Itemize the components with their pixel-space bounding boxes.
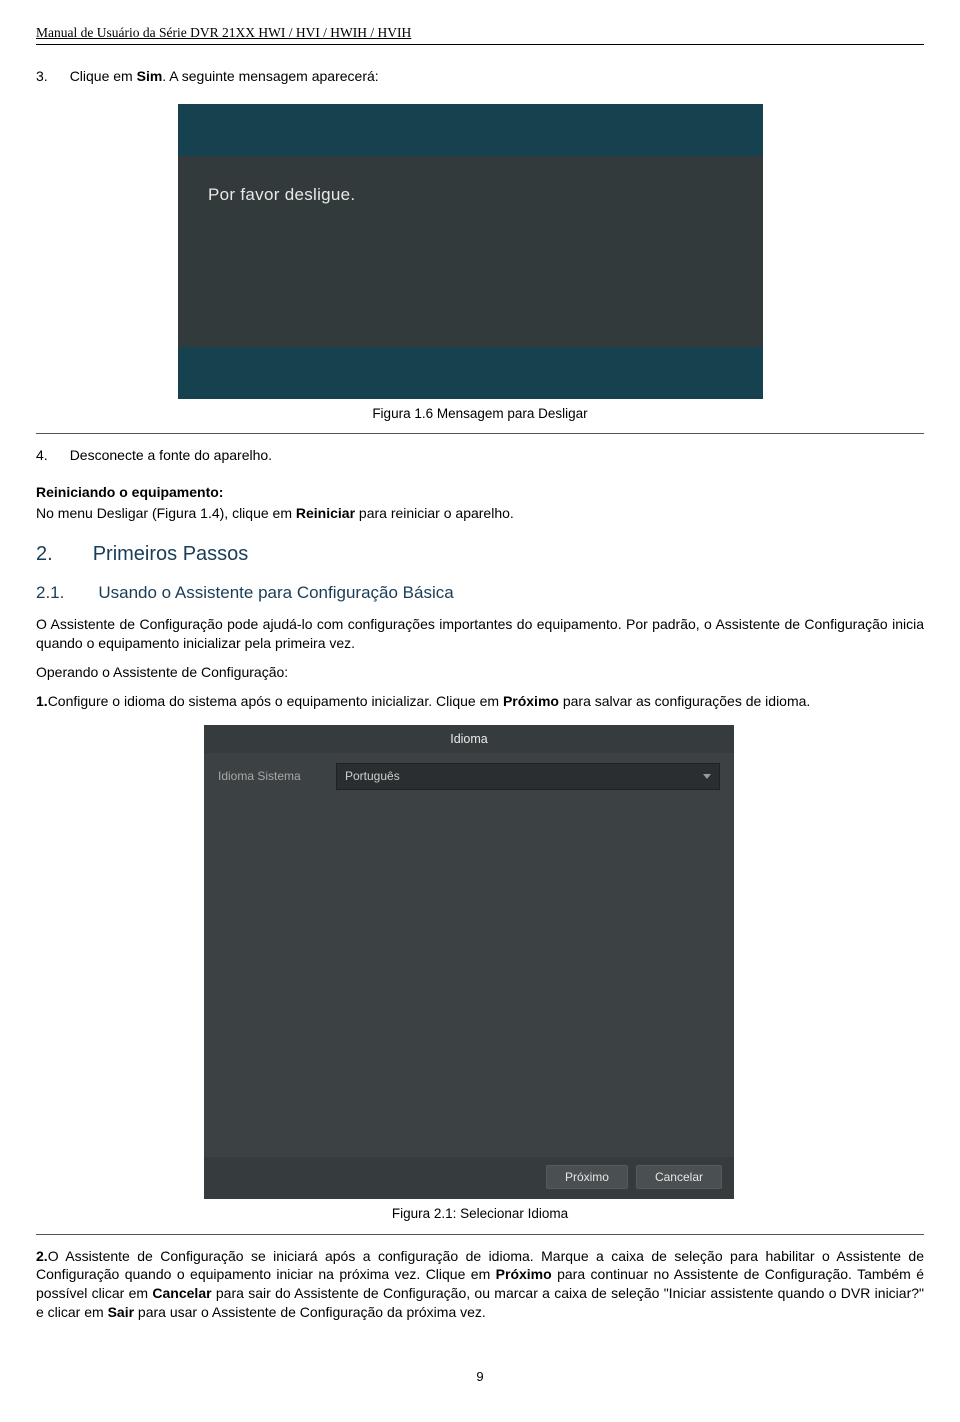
language-dialog: Idioma Idioma Sistema Português Próximo … bbox=[204, 725, 734, 1200]
section-2-1-intro: O Assistente de Configuração pode ajudá-… bbox=[36, 615, 924, 653]
section-2-1-title: Usando o Assistente para Configuração Bá… bbox=[98, 582, 453, 605]
figure-2-1-caption: Figura 2.1: Selecionar Idioma bbox=[36, 1205, 924, 1223]
shutdown-message: Por favor desligue. bbox=[208, 185, 355, 204]
restart-line-b: Reiniciar bbox=[296, 505, 355, 521]
op-step-1-number: 1. bbox=[36, 693, 48, 709]
shutdown-dialog: Por favor desligue. bbox=[178, 104, 763, 399]
op-step-1-text-b: Próximo bbox=[503, 693, 559, 709]
step-3-text-b: Sim bbox=[137, 68, 163, 84]
section-2-title: Primeiros Passos bbox=[93, 541, 249, 568]
restart-line: No menu Desligar (Figura 1.4), clique em… bbox=[36, 504, 924, 523]
step-4-number: 4. bbox=[36, 446, 48, 465]
step-3-number: 3. bbox=[36, 67, 48, 86]
caption-rule-1 bbox=[36, 433, 924, 434]
system-language-label: Idioma Sistema bbox=[218, 768, 306, 784]
op-step-2-text-b: Próximo bbox=[496, 1266, 552, 1282]
step-4: 4. Desconecte a fonte do aparelho. bbox=[36, 446, 924, 465]
figure-1-6-caption: Figura 1.6 Mensagem para Desligar bbox=[36, 405, 924, 423]
page-header: Manual de Usuário da Série DVR 21XX HWI … bbox=[36, 24, 924, 44]
section-2-heading: 2. Primeiros Passos bbox=[36, 541, 924, 568]
language-dialog-title: Idioma bbox=[204, 725, 734, 754]
chevron-down-icon bbox=[703, 774, 711, 779]
language-dialog-body: Idioma Sistema Português bbox=[204, 753, 734, 1157]
language-row: Idioma Sistema Português bbox=[218, 763, 720, 789]
restart-line-c: para reiniciar o aparelho. bbox=[355, 505, 514, 521]
op-step-1-text-c: para salvar as configurações de idioma. bbox=[559, 693, 810, 709]
language-dialog-footer: Próximo Cancelar bbox=[204, 1157, 734, 1199]
op-step-2: 2.O Assistente de Configuração se inicia… bbox=[36, 1247, 924, 1323]
section-2-1-heading: 2.1. Usando o Assistente para Configuraç… bbox=[36, 582, 924, 605]
op-step-2-number: 2. bbox=[36, 1248, 48, 1264]
operating-assistant-heading: Operando o Assistente de Configuração: bbox=[36, 663, 924, 682]
op-step-1: 1.Configure o idioma do sistema após o e… bbox=[36, 692, 924, 711]
section-2-number: 2. bbox=[36, 541, 53, 568]
next-button[interactable]: Próximo bbox=[546, 1165, 628, 1189]
step-3: 3. Clique em Sim. A seguinte mensagem ap… bbox=[36, 67, 924, 86]
system-language-value: Português bbox=[345, 768, 400, 784]
cancel-button[interactable]: Cancelar bbox=[636, 1165, 722, 1189]
system-language-select[interactable]: Português bbox=[336, 763, 720, 789]
step-3-text-a: Clique em bbox=[70, 68, 137, 84]
op-step-2-text-d: Cancelar bbox=[152, 1285, 211, 1301]
shutdown-dialog-inner: Por favor desligue. bbox=[178, 156, 763, 347]
step-3-text: Clique em Sim. A seguinte mensagem apare… bbox=[70, 67, 924, 86]
restart-heading: Reiniciando o equipamento: bbox=[36, 483, 924, 502]
header-rule bbox=[36, 44, 924, 45]
section-2-1-number: 2.1. bbox=[36, 582, 64, 605]
op-step-1-text-a: Configure o idioma do sistema após o equ… bbox=[48, 693, 503, 709]
restart-line-a: No menu Desligar (Figura 1.4), clique em bbox=[36, 505, 296, 521]
op-step-2-text-f: Sair bbox=[108, 1304, 134, 1320]
op-step-2-text-g: para usar o Assistente de Configuração d… bbox=[134, 1304, 486, 1320]
page-number: 9 bbox=[36, 1368, 924, 1386]
step-3-text-c: . A seguinte mensagem aparecerá: bbox=[162, 68, 378, 84]
step-4-text: Desconecte a fonte do aparelho. bbox=[70, 446, 924, 465]
caption-rule-2 bbox=[36, 1234, 924, 1235]
